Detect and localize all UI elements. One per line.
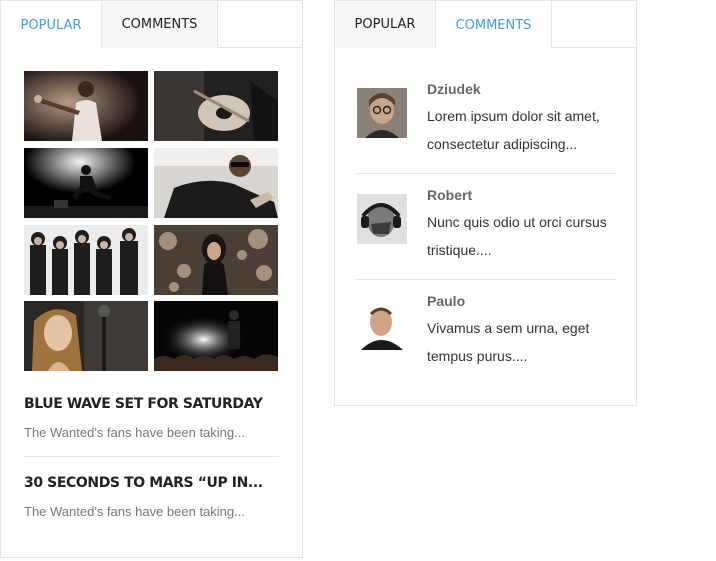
comment-author[interactable]: Robert	[427, 187, 472, 203]
comment-divider	[355, 173, 616, 174]
tab-popular[interactable]: POPULAR	[335, 1, 436, 48]
avatar	[357, 88, 407, 138]
gallery-thumb-jumping-performer[interactable]	[24, 148, 148, 218]
gallery-thumb-singer-microphone[interactable]	[24, 301, 148, 371]
gallery-thumb-concert-crowd[interactable]	[154, 301, 278, 371]
gallery-thumb-woman-bokeh[interactable]	[154, 225, 278, 295]
tab-bar: POPULAR COMMENTS	[335, 1, 636, 49]
tab-comments[interactable]: COMMENTS	[102, 1, 218, 48]
post-excerpt: The Wanted's fans have been taking...	[24, 425, 245, 440]
tab-popular[interactable]: POPULAR	[1, 1, 102, 49]
comment-text: Lorem ipsum dolor sit amet, consectetur …	[427, 108, 600, 152]
comment-divider	[355, 279, 616, 280]
gallery-thumb-guitarist[interactable]	[24, 71, 148, 141]
popular-widget: POPULAR COMMENTS BLUE WAVE SET FOR SATUR…	[0, 0, 303, 558]
comments-widget: POPULAR COMMENTS Dziudek Lorem ipsum dol…	[334, 0, 637, 406]
comment-author[interactable]: Paulo	[427, 293, 465, 309]
post-divider	[24, 456, 279, 457]
gallery-thumb-band-group[interactable]	[24, 225, 148, 295]
avatar	[357, 194, 407, 244]
post-title-link[interactable]: 30 SECONDS TO MARS “UP IN...	[24, 475, 263, 491]
comment-text: Vivamus a sem urna, eget tempus purus...…	[427, 320, 590, 364]
post-excerpt: The Wanted's fans have been taking...	[24, 504, 245, 519]
comment-text: Nunc quis odio ut orci cursus tristique.…	[427, 214, 607, 258]
gallery-thumb-acoustic-guitar[interactable]	[154, 71, 278, 141]
comment-author[interactable]: Dziudek	[427, 81, 481, 97]
post-title-link[interactable]: BLUE WAVE SET FOR SATURDAY	[24, 396, 263, 412]
tab-bar: POPULAR COMMENTS	[1, 1, 302, 49]
avatar	[357, 300, 407, 350]
gallery-thumb-sunglasses-man[interactable]	[154, 148, 278, 218]
tab-comments[interactable]: COMMENTS	[436, 1, 552, 49]
